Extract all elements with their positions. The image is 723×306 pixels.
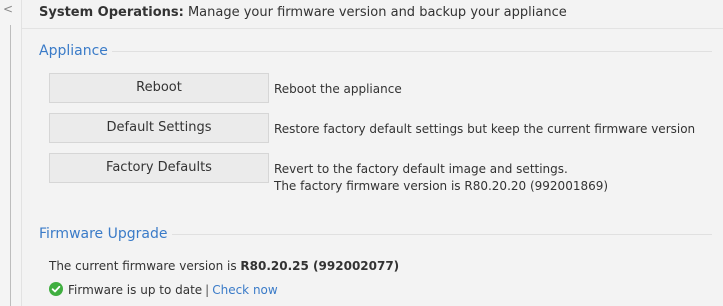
page-description: Manage your firmware version and backup … <box>187 5 567 20</box>
status-separator: | <box>205 283 210 297</box>
firmware-status-line: Firmware is up to date | Check now <box>49 282 278 298</box>
reboot-description: Reboot the appliance <box>274 82 402 96</box>
page-header: System Operations: Manage your firmware … <box>39 5 567 21</box>
main-content: System Operations: Manage your firmware … <box>21 0 723 306</box>
header-divider <box>22 28 723 29</box>
current-firmware-version: R80.20.25 (992002077) <box>240 259 400 273</box>
check-circle-icon <box>49 282 63 296</box>
firmware-upgrade-section-title: Firmware Upgrade <box>39 226 168 242</box>
factory-defaults-description-line1: Revert to the factory default image and … <box>274 162 568 176</box>
factory-defaults-button[interactable]: Factory Defaults <box>49 153 269 183</box>
collapse-arrow-icon[interactable]: < <box>3 2 13 16</box>
default-settings-description: Restore factory default settings but kee… <box>274 122 696 136</box>
factory-firmware-version-text: The factory firmware version is R80.20.2… <box>274 179 609 193</box>
system-operations-page: < System Operations: Manage your firmwar… <box>0 0 723 306</box>
side-panel-border <box>10 25 11 306</box>
reboot-button[interactable]: Reboot <box>49 73 269 103</box>
default-settings-button[interactable]: Default Settings <box>49 113 269 143</box>
firmware-upgrade-section-rule <box>172 234 712 235</box>
page-title: System Operations: <box>39 5 184 20</box>
current-firmware-line: The current firmware version is R80.20.2… <box>49 258 399 274</box>
firmware-status-text: Firmware is up to date <box>68 283 203 297</box>
check-now-link[interactable]: Check now <box>212 283 278 297</box>
appliance-section-title: Appliance <box>39 43 108 59</box>
collapsed-side-panel: < <box>0 0 21 306</box>
appliance-section-rule <box>112 51 712 52</box>
current-firmware-label: The current firmware version is <box>49 259 237 273</box>
